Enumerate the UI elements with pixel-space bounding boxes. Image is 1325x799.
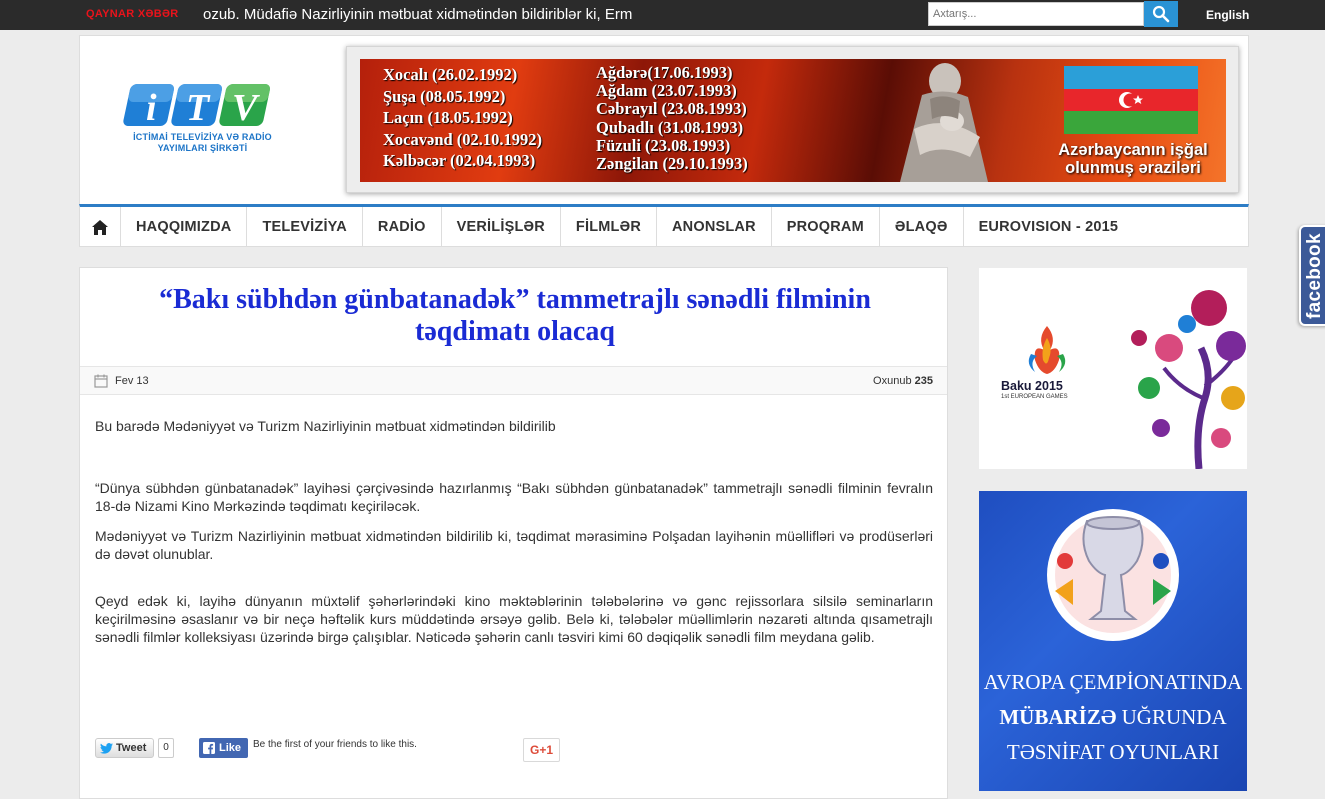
- search-input[interactable]: [928, 2, 1144, 26]
- ad-euro-line-1: AVROPA ÇEMPİONATINDA: [983, 670, 1243, 694]
- nav-item-programs[interactable]: VERİLİŞLƏR: [442, 207, 561, 247]
- facebook-like-button[interactable]: Like: [199, 738, 248, 758]
- azerbaijan-flag-image: [1064, 66, 1198, 134]
- nav-item-schedule[interactable]: PROQRAM: [772, 207, 880, 247]
- ad-euro-line-3: TƏSNİFAT OYUNLARI: [1006, 740, 1220, 764]
- banner-column-2: Ağdərə(17.06.1993) Ağdam (23.07.1993) Cə…: [596, 63, 748, 174]
- article-title: “Bakı sübhdən günbatanadək” tammetrajlı …: [159, 284, 871, 347]
- logo-caption: İCTİMAİ TELEVİZİYA VƏ RADİO YAYIMLARI Şİ…: [133, 132, 272, 153]
- nav-item-about[interactable]: HAQQIMIZDA: [121, 207, 248, 247]
- euro-trophy-emblem: [1047, 509, 1179, 641]
- top-bar: QAYNAR XƏBƏR ozub. Müdafiə Nazirliyinin …: [0, 0, 1325, 30]
- svg-text:T: T: [186, 87, 211, 129]
- itv-logo-mark: i T V: [123, 84, 271, 129]
- article-paragraph: Bu barədə Mədəniyyət və Turizm Nazirliyi…: [95, 418, 556, 434]
- nav-item-contact[interactable]: ƏLAQƏ: [880, 207, 964, 247]
- twitter-icon: [100, 742, 113, 754]
- nav-item-eurovision[interactable]: EUROVISION - 2015: [964, 207, 1134, 247]
- hot-news-label: QAYNAR XƏBƏR: [86, 8, 179, 20]
- tweet-button[interactable]: Tweet: [95, 738, 154, 758]
- article-card: “Bakı sübhdən günbatanadək” tammetrajlı …: [79, 267, 948, 799]
- banner-frame: Xocalı (26.02.1992) Şuşa (08.05.1992) La…: [346, 46, 1239, 193]
- nav-item-films[interactable]: FİLMLƏR: [561, 207, 657, 247]
- svg-text:i: i: [146, 87, 157, 129]
- article-paragraph: Qeyd edək ki, layihə dünyanın müxtəlif ş…: [95, 593, 933, 645]
- euro-qualifiers-ad[interactable]: AVROPA ÇEMPİONATINDA MÜBARİZƏ UĞRUNDA TƏ…: [979, 491, 1247, 791]
- tweet-count: 0: [158, 738, 174, 758]
- baku-2015-flame-logo: [1028, 326, 1066, 374]
- nav-item-announcements[interactable]: ANONSLAR: [657, 207, 772, 247]
- nav-home[interactable]: [80, 207, 121, 247]
- search-icon: [1152, 5, 1170, 23]
- calendar-icon: [94, 374, 108, 388]
- banner-column-1: Xocalı (26.02.1992) Şuşa (08.05.1992) La…: [383, 65, 543, 170]
- article-body: Bu barədə Mədəniyyət və Turizm Nazirliyi…: [95, 417, 933, 646]
- pomegranate-tree-illustration: [1131, 290, 1246, 469]
- home-icon: [92, 219, 108, 235]
- facebook-side-tab-label: facebook: [1304, 233, 1325, 319]
- nav-item-radio[interactable]: RADİO: [363, 207, 442, 247]
- google-plus-button[interactable]: G+1: [523, 738, 560, 762]
- article-date: Fev 13: [115, 375, 149, 387]
- ad-baku-subtitle: 1st EUROPEAN GAMES: [1001, 394, 1068, 400]
- ad-baku-title: Baku 2015: [1001, 379, 1063, 393]
- facebook-icon: [203, 742, 215, 754]
- news-ticker[interactable]: ozub. Müdafiə Nazirliyinin mətbuat xidmə…: [203, 6, 723, 23]
- nav-item-television[interactable]: TELEVİZİYA: [247, 207, 363, 247]
- article-paragraph: “Dünya sübhdən günbatanadək” layihəsi çə…: [95, 480, 933, 514]
- facebook-like-text: Be the first of your friends to like thi…: [253, 739, 417, 750]
- language-link[interactable]: English: [1206, 8, 1249, 22]
- article-paragraph: Mədəniyyət və Turizm Nazirliyinin mətbua…: [95, 528, 933, 562]
- facebook-side-tab[interactable]: facebook: [1299, 225, 1325, 326]
- ad-euro-line-2: MÜBARİZƏ UĞRUNDA: [999, 705, 1227, 729]
- itv-logo[interactable]: i T V İCTİMAİ TELEVİZİYA VƏ RADİO YAYIML…: [120, 80, 290, 160]
- site-header: i T V İCTİMAİ TELEVİZİYA VƏ RADİO YAYIML…: [79, 35, 1249, 204]
- svg-text:V: V: [232, 87, 260, 129]
- mourning-mother-statue-image: [900, 63, 988, 182]
- article-meta: Fev 13 Oxunub 235: [80, 366, 947, 395]
- search-button[interactable]: [1144, 1, 1178, 27]
- banner-caption: Azərbaycanın işğal olunmuş əraziləri: [1058, 141, 1208, 177]
- read-count: Oxunub 235: [873, 375, 933, 387]
- main-nav: HAQQIMIZDA TELEVİZİYA RADİO VERİLİŞLƏR F…: [79, 204, 1249, 247]
- baku-2015-ad[interactable]: Baku 2015 1st EUROPEAN GAMES: [979, 268, 1247, 469]
- occupied-territories-banner[interactable]: Xocalı (26.02.1992) Şuşa (08.05.1992) La…: [360, 59, 1226, 182]
